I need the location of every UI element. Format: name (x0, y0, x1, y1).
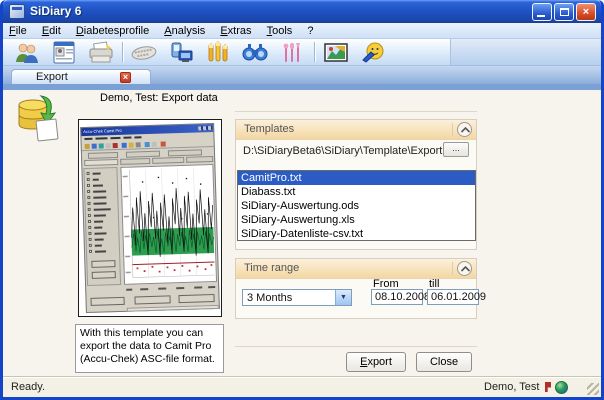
toolbar-shade (450, 39, 604, 66)
preview-chart (120, 164, 217, 285)
title-bar[interactable]: SiDiary 6 × (3, 0, 601, 23)
export-data-icon (11, 90, 65, 144)
search-icon (240, 40, 270, 65)
toolbar-button-profile[interactable] (49, 40, 79, 65)
templates-collapse-button[interactable] (457, 122, 472, 137)
print-icon (86, 40, 116, 65)
close-button[interactable]: × (576, 3, 596, 21)
window-title: SiDiary 6 (30, 4, 81, 18)
templates-group-header: Templates (236, 120, 476, 140)
time-range-group-title: Time range (244, 262, 299, 274)
preview-mini-window: Accu-Chek Camit Pro (80, 123, 220, 313)
toolbar-button-nutrition[interactable] (277, 40, 307, 65)
minimize-button[interactable] (532, 3, 552, 21)
toolbar-button-keyboard[interactable] (129, 40, 159, 65)
toolbar-button-statistics[interactable] (321, 40, 351, 65)
menu-extras[interactable]: Extras (214, 23, 257, 37)
export-page: Demo, Test: Export data Accu-Chek Camit … (3, 90, 601, 376)
templates-group: Templates D:\SiDiaryBeta6\SiDiary\Templa… (235, 119, 477, 250)
toolbar-button-sync-device[interactable] (166, 40, 196, 65)
keyboard-icon (129, 40, 159, 65)
panel-divider (235, 111, 477, 112)
toolbar-separator (314, 42, 315, 62)
time-range-selected-value: 3 Months (247, 292, 292, 304)
app-icon (9, 4, 25, 19)
toolbar-button-patients[interactable] (12, 40, 42, 65)
template-preview-image: Accu-Chek Camit Pro (78, 119, 222, 317)
close-dialog-button[interactable]: Close (416, 352, 472, 372)
button-divider (235, 346, 477, 347)
template-description: With this template you can export the da… (75, 324, 224, 373)
template-list-item[interactable]: Diabass.txt (238, 185, 475, 199)
menu-help[interactable]: ? (301, 23, 319, 37)
menu-tools[interactable]: Tools (261, 23, 299, 37)
export-button[interactable]: Export (346, 352, 406, 372)
assistant-icon (358, 40, 388, 65)
templates-group-title: Templates (244, 123, 294, 135)
patients-icon (12, 40, 42, 65)
template-list-item[interactable]: SiDiary-Datenliste-csv.txt (238, 227, 475, 241)
chevron-up-icon (460, 126, 471, 134)
tab-export[interactable]: Export × (11, 69, 151, 84)
notification-icon (545, 382, 551, 392)
preview-parameter-list (83, 167, 121, 286)
till-date-field[interactable]: 06.01.2009 (427, 289, 479, 305)
template-list[interactable]: CamitPro.txt Diabass.txt SiDiary-Auswert… (237, 170, 476, 241)
preview-x-axis (124, 284, 217, 293)
minimize-icon (537, 15, 545, 17)
resize-grip[interactable] (587, 383, 599, 395)
tab-close-icon[interactable]: × (120, 72, 131, 83)
app-window: SiDiary 6 × File Edit Diabetesprofile An… (0, 0, 604, 400)
page-title: Demo, Test: Export data (100, 92, 218, 104)
online-status-icon (555, 381, 568, 394)
template-path: D:\SiDiaryBeta6\SiDiary\Template\Export (243, 145, 442, 157)
toolbar-button-lab-values[interactable] (203, 40, 233, 65)
statistics-icon (321, 40, 351, 65)
toolbar-button-search[interactable] (240, 40, 270, 65)
from-date-field[interactable]: 08.10.2008 (371, 289, 423, 305)
maximize-button[interactable] (554, 3, 574, 21)
toolbar-separator (122, 42, 123, 62)
tab-label: Export (36, 71, 68, 83)
menu-diabetesprofile[interactable]: Diabetesprofile (70, 23, 155, 37)
status-message: Ready. (11, 381, 45, 393)
lab-values-icon (203, 40, 233, 65)
template-list-item[interactable]: SiDiary-Auswertung.xls (238, 213, 475, 227)
toolbar-button-print[interactable] (86, 40, 116, 65)
status-bar: Ready. Demo, Test (3, 376, 601, 397)
menu-bar: File Edit Diabetesprofile Analysis Extra… (3, 23, 601, 39)
time-range-group: Time range 3 Months ▼ From 08.10.2008 ti… (235, 258, 477, 319)
template-list-item[interactable]: CamitPro.txt (238, 171, 475, 185)
menu-analysis[interactable]: Analysis (158, 23, 211, 37)
sync-device-icon (166, 40, 196, 65)
profile-icon (49, 40, 79, 65)
dropdown-arrow-icon[interactable]: ▼ (335, 290, 351, 305)
time-range-select[interactable]: 3 Months ▼ (242, 289, 352, 306)
tool-bar (3, 39, 601, 66)
chevron-up-icon (460, 265, 471, 273)
time-range-group-header: Time range (236, 259, 476, 279)
menu-file[interactable]: File (3, 23, 33, 37)
menu-edit[interactable]: Edit (36, 23, 67, 37)
nutrition-icon (277, 40, 307, 65)
toolbar-button-assistant[interactable] (358, 40, 388, 65)
time-range-collapse-button[interactable] (457, 261, 472, 276)
browse-button[interactable]: ... (443, 142, 469, 157)
maximize-icon (560, 8, 569, 16)
status-user: Demo, Test (484, 381, 539, 393)
close-icon: × (583, 6, 589, 18)
template-list-item[interactable]: SiDiary-Auswertung.ods (238, 199, 475, 213)
